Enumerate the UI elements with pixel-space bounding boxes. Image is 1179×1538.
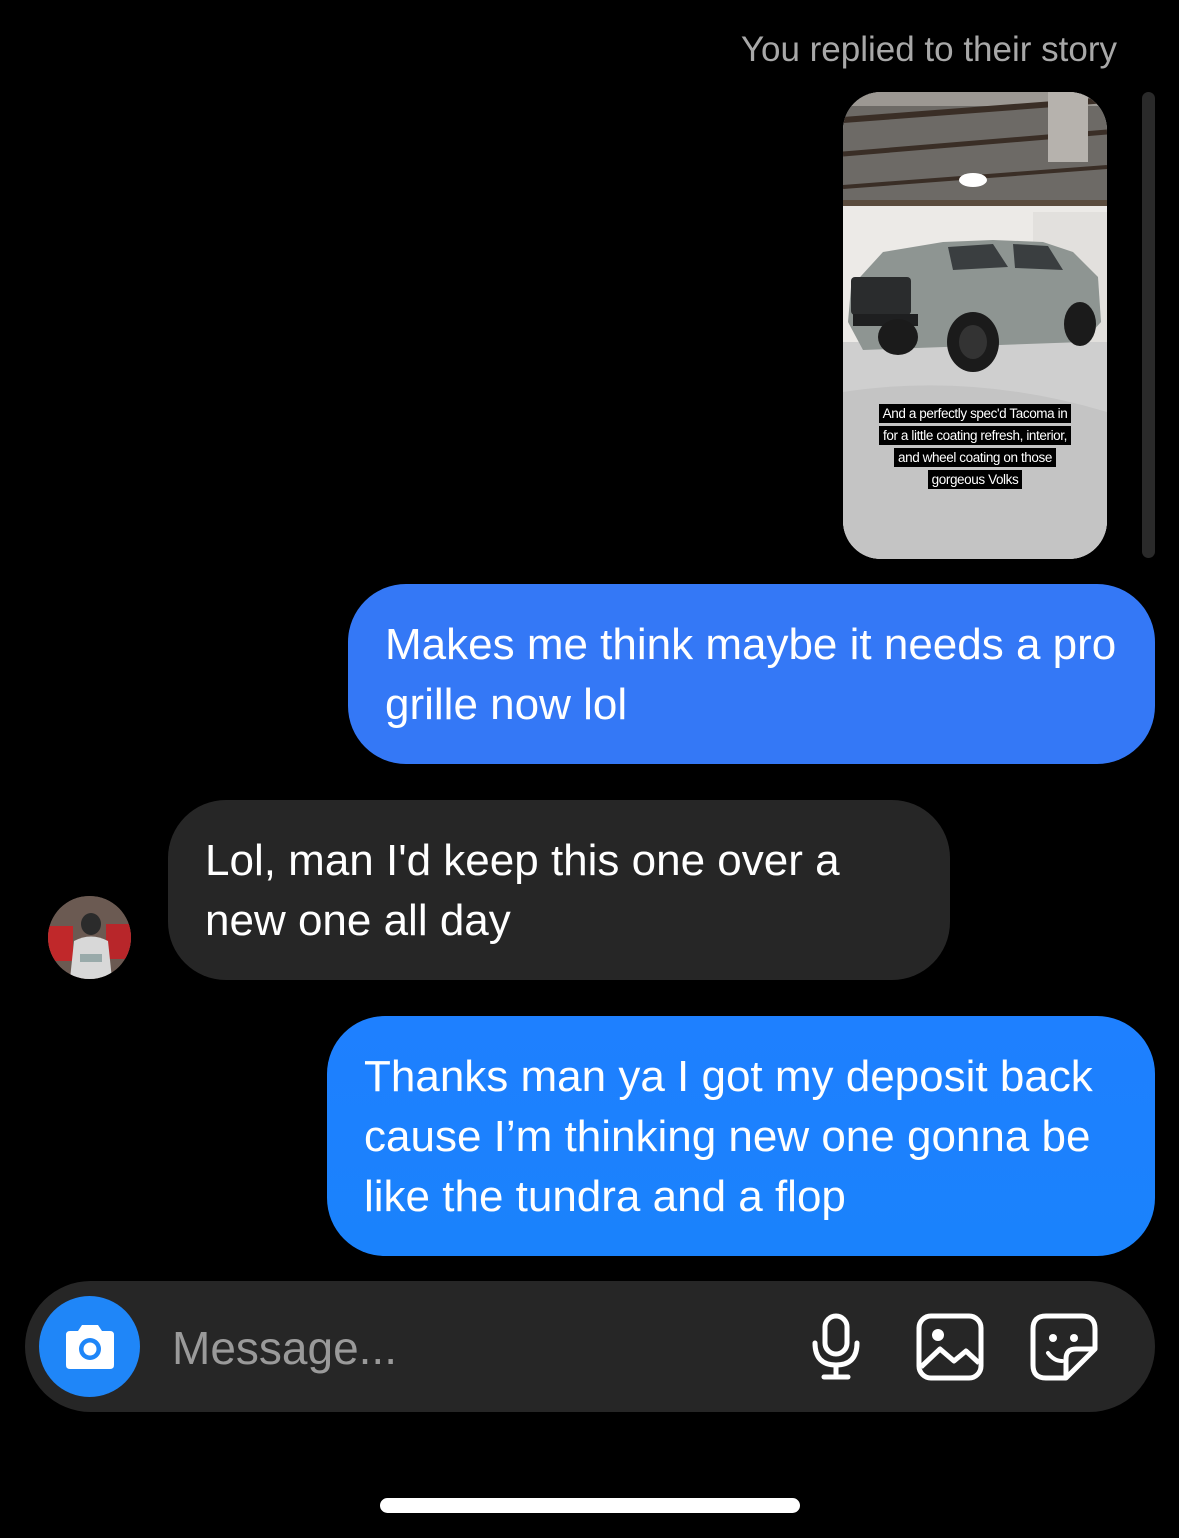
home-indicator[interactable] bbox=[380, 1498, 800, 1513]
camera-button[interactable] bbox=[39, 1296, 140, 1397]
story-caption-line: And a perfectly spec'd Tacoma in bbox=[878, 404, 1072, 423]
story-caption: And a perfectly spec'd Tacoma in for a l… bbox=[843, 404, 1107, 489]
story-reply-note: You replied to their story bbox=[740, 30, 1117, 69]
gallery-icon bbox=[916, 1313, 984, 1381]
sent-message-bubble[interactable]: Makes me think maybe it needs a pro gril… bbox=[348, 584, 1155, 764]
gallery-button[interactable] bbox=[914, 1311, 986, 1383]
received-message-bubble[interactable]: Lol, man I'd keep this one over a new on… bbox=[168, 800, 950, 980]
message-input[interactable] bbox=[170, 1281, 774, 1414]
microphone-icon bbox=[812, 1313, 860, 1380]
sent-message-bubble[interactable]: Thanks man ya I got my deposit back caus… bbox=[327, 1016, 1155, 1256]
avatar-image bbox=[48, 896, 131, 979]
sticker-button[interactable] bbox=[1028, 1311, 1100, 1383]
camera-icon bbox=[65, 1324, 114, 1369]
avatar[interactable] bbox=[48, 896, 131, 979]
microphone-button[interactable] bbox=[800, 1311, 872, 1383]
story-thumbnail[interactable]: And a perfectly spec'd Tacoma in for a l… bbox=[843, 92, 1107, 559]
sticker-icon bbox=[1030, 1313, 1098, 1381]
scrollbar[interactable] bbox=[1142, 92, 1155, 558]
story-caption-line: for a little coating refresh, interior, bbox=[879, 426, 1071, 445]
story-caption-line: and wheel coating on those bbox=[894, 448, 1056, 467]
story-caption-line: gorgeous Volks bbox=[927, 470, 1023, 489]
message-composer bbox=[25, 1281, 1155, 1414]
